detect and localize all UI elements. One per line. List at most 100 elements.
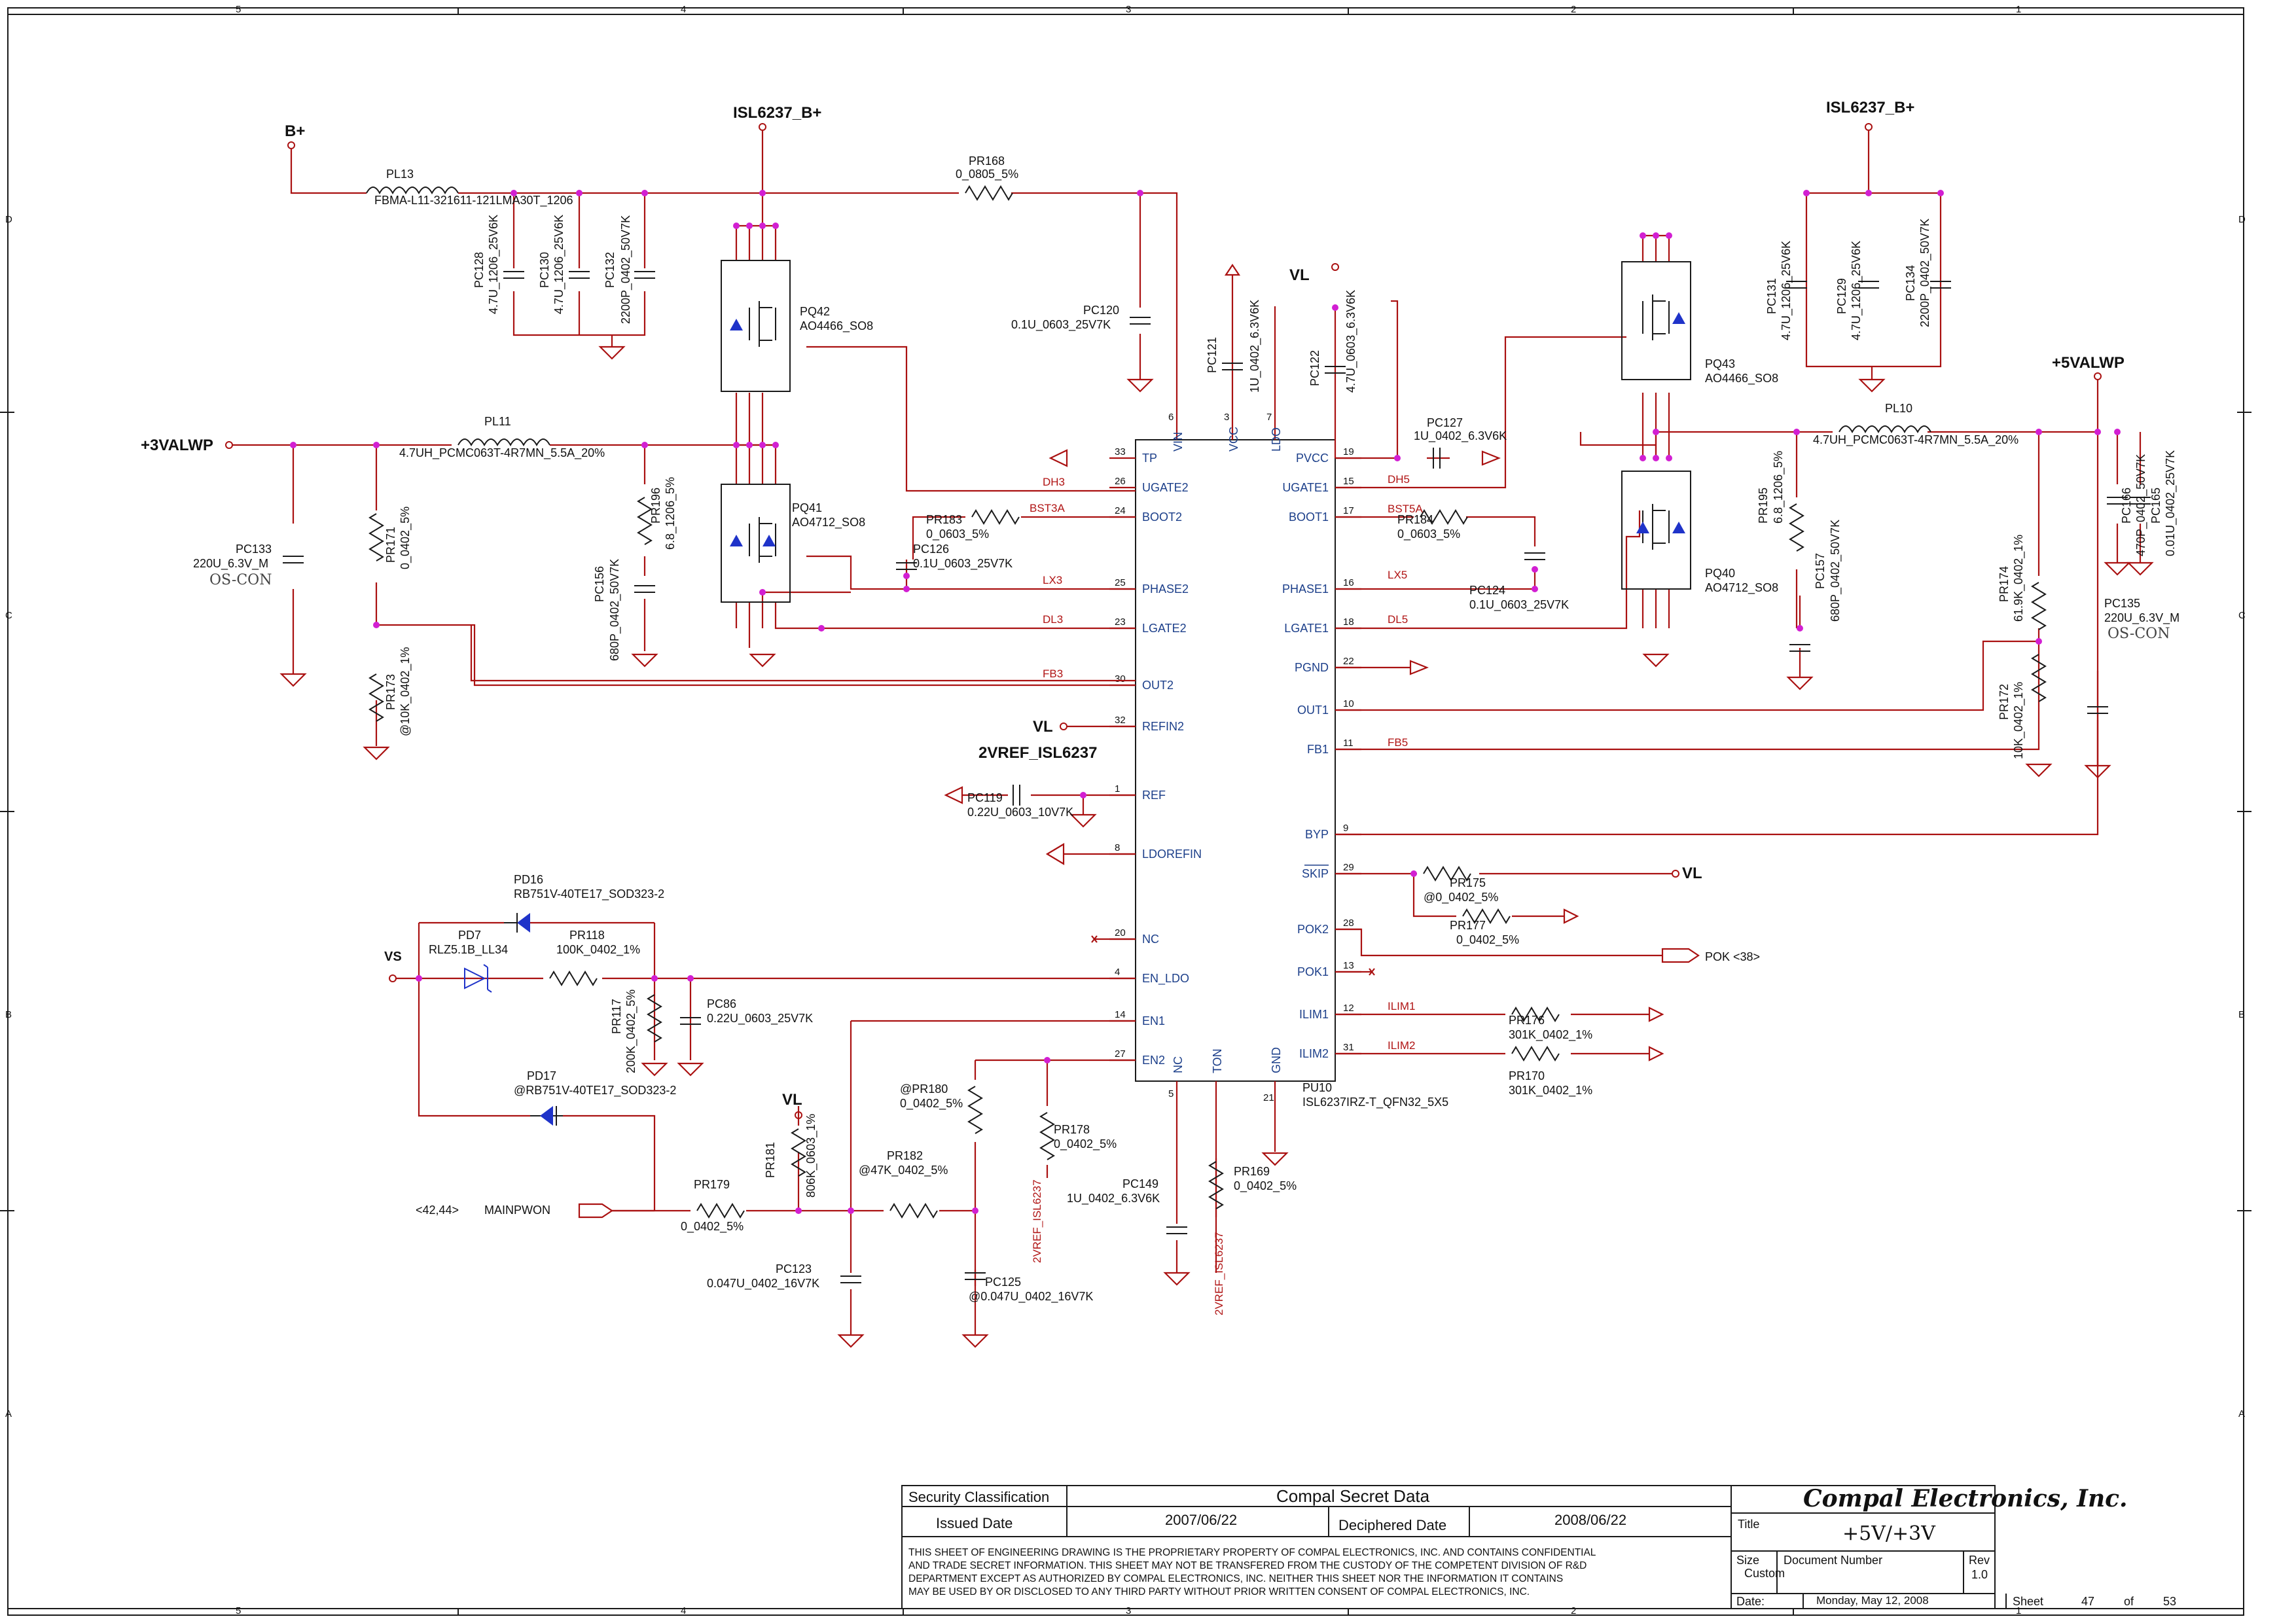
junction-dot	[687, 975, 694, 982]
pc86-ref: PC86	[707, 997, 736, 1010]
pc86-value: 0.22U_0603_25V7K	[707, 1012, 813, 1026]
tb-notice-4: MAY BE USED BY OR DISCLOSED TO ANY THIRD…	[908, 1586, 1530, 1597]
junction-dot	[1080, 792, 1086, 798]
pr183-ref: PR183	[926, 513, 962, 526]
label-mainpwon-ref: <42,44>	[416, 1204, 459, 1217]
tb-issued-label: Issued Date	[936, 1515, 1013, 1531]
resistor-pr182	[889, 1203, 938, 1219]
ic-pin-num-10: 10	[1343, 698, 1354, 709]
net-bst3a: BST3A	[1030, 502, 1066, 514]
pr170-value: 301K_0402_1%	[1509, 1084, 1592, 1097]
ic-pin-num-1: 1	[1115, 783, 1120, 794]
ic-pin-ilim2: ILIM2	[1299, 1047, 1329, 1060]
pr195-value: 6.8_1206_5%	[1772, 451, 1785, 524]
pd17-ref: PD17	[527, 1069, 556, 1082]
tb-rev-value: 1.0	[1971, 1568, 1988, 1581]
ic-pin-ton: TON	[1211, 1048, 1224, 1073]
junction-dot	[1653, 232, 1659, 239]
pr171-value: 0_0402_5%	[399, 507, 412, 569]
pl11-ref: PL11	[484, 415, 511, 428]
junction-dot	[1137, 190, 1143, 196]
pq42-value: AO4466_SO8	[800, 319, 873, 333]
capacitor-pc133	[283, 556, 304, 563]
junction-dot	[2036, 429, 2042, 435]
pc126-value: 0.1U_0603_25V7K	[913, 557, 1013, 571]
resistor-pr178	[1039, 1112, 1055, 1160]
gnd-pq41	[749, 653, 776, 668]
pr172-ref: PR172	[1998, 684, 2011, 720]
tb-title-value: +5V/+3V	[1842, 1522, 1936, 1545]
ic-pin-num-33: 33	[1115, 446, 1126, 457]
junction-dot	[373, 622, 380, 628]
ic-pin-ilim1: ILIM1	[1299, 1008, 1329, 1021]
ic-pin-num-12: 12	[1343, 1003, 1354, 1014]
mosfet-pq43: PQ43 AO4466_SO8	[1621, 261, 1778, 385]
pc133-ref: PC133	[236, 543, 272, 556]
pr178-value: 0_0402_5%	[1054, 1137, 1117, 1151]
pr184-ref: PR184	[1397, 513, 1433, 526]
ic-pin-num-30: 30	[1115, 673, 1126, 685]
zone-top-1: 1	[2016, 4, 2021, 15]
junction-dot	[1797, 625, 1803, 632]
ic-pin-gnd: GND	[1270, 1047, 1283, 1073]
gnd-pc86	[677, 1062, 704, 1077]
ic-pin-nc-bottom: NC	[1172, 1056, 1185, 1073]
zone-top-4: 4	[681, 4, 686, 15]
ic-pin-num-22: 22	[1343, 656, 1354, 667]
ic-pin-num-15: 15	[1343, 476, 1354, 487]
zone-left-c: C	[5, 610, 12, 621]
label-vl-refin: VL	[1033, 718, 1053, 736]
junction-dot	[641, 190, 648, 196]
vcc-arrow	[1224, 264, 1241, 276]
pr171-ref: PR171	[384, 527, 397, 563]
ic-pin-lgate2: LGATE2	[1142, 622, 1187, 635]
ic-pin-num-11: 11	[1343, 738, 1354, 749]
junction-dot	[1937, 190, 1944, 196]
capacitor-pc124	[1524, 552, 1545, 560]
pr184-value: 0_0603_5%	[1397, 527, 1460, 541]
pc149-ref: PC149	[1122, 1177, 1158, 1190]
junction-dot	[759, 190, 766, 196]
pc125-value: @0.047U_0402_16V7K	[969, 1290, 1093, 1304]
zone-bottom-3: 3	[1126, 1605, 1131, 1616]
junction-dot	[290, 442, 296, 448]
pc135-ref: PC135	[2104, 597, 2140, 610]
pc166-value: 470P_0402_50V7K	[2134, 454, 2148, 556]
pd17-value: @RB751V-40TE17_SOD323-2	[514, 1084, 676, 1097]
gnd-pc165	[2126, 562, 2154, 576]
ldorefin-arrow	[1045, 843, 1065, 865]
ic-pin-phase2: PHASE2	[1142, 582, 1189, 596]
pd16-value: RB751V-40TE17_SOD323-2	[514, 887, 664, 901]
pc123-value: 0.047U_0402_16V7K	[707, 1277, 819, 1291]
ic-pin-num-25: 25	[1115, 577, 1126, 588]
mosfet-pq40: PQ40 AO4712_SO8	[1621, 471, 1778, 595]
resistor-pr118	[549, 971, 598, 986]
pr176-value: 301K_0402_1%	[1509, 1028, 1592, 1042]
ic-pin-num-23: 23	[1115, 616, 1126, 628]
pr174-value: 61.9K_0402_1%	[2012, 535, 2026, 622]
net-fb5: FB5	[1388, 736, 1408, 749]
pl10-value: 4.7UH_PCMC063T-4R7MN_5.5A_20%	[1813, 433, 2018, 447]
junction-dot	[1640, 232, 1646, 239]
resistor-pr195	[1789, 503, 1804, 552]
junction-dot	[1532, 586, 1538, 592]
pd7-value: RLZ5.1B_LL34	[429, 943, 508, 957]
gnd-pr173	[363, 746, 390, 760]
ic-pin-phase1: PHASE1	[1282, 582, 1329, 596]
pr168-value: 0_0805_5%	[956, 168, 1018, 181]
ic-pin-num-4: 4	[1115, 967, 1120, 978]
pc149-value: 1U_0402_6.3V6K	[1067, 1192, 1160, 1205]
zone-right-c: C	[2238, 610, 2246, 621]
pd7-ref: PD7	[458, 929, 481, 942]
junction-dot	[759, 442, 766, 448]
label-vl-top: VL	[1289, 266, 1310, 284]
pr180-value: 0_0402_5%	[900, 1097, 963, 1111]
diode-pd17: PD17 @RB751V-40TE17_SOD323-2	[514, 1069, 676, 1126]
junction-dot	[2094, 429, 2101, 435]
ic-pin-ugate2: UGATE2	[1142, 481, 1189, 494]
junction-dot	[1803, 190, 1810, 196]
gnd-pr172	[2025, 763, 2053, 777]
capacitor-pc123	[840, 1275, 861, 1283]
pc121-value: 1U_0402_6.3V6K	[1248, 300, 1262, 393]
pc121-ref: PC121	[1206, 337, 1219, 373]
